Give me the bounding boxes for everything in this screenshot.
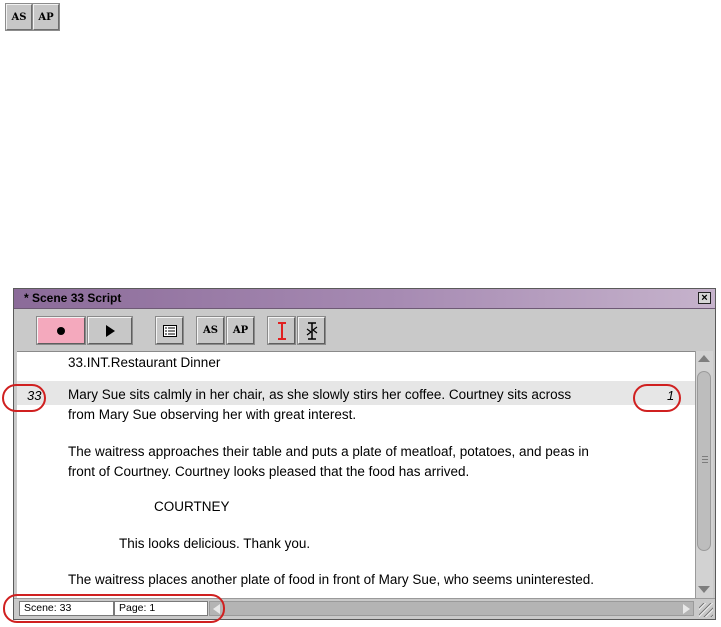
script-view-icon [162,324,177,337]
record-button[interactable] [36,316,86,345]
close-button[interactable]: × [698,292,711,304]
vertical-scrollbar[interactable] [695,351,713,599]
status-fields-callout [3,594,225,623]
scene-number-callout [2,384,46,412]
script-line: Mary Sue sits calmly in her chair, as sh… [68,387,572,402]
script-view-button[interactable] [155,316,184,345]
scroll-up-arrow-icon[interactable] [698,355,710,362]
scroll-down-arrow-icon[interactable] [698,586,710,593]
insertion-mode-button[interactable] [267,316,296,345]
character-name: COURTNEY [154,499,230,514]
resize-grip-icon[interactable] [699,603,713,617]
ap-button-top[interactable]: AP [32,3,60,31]
script-line: The waitress approaches their table and … [68,444,589,459]
scroll-thumb[interactable] [697,371,711,551]
ap-button[interactable]: AP [226,316,255,345]
play-button[interactable] [87,316,133,345]
script-line: from Mary Sue observing her with great i… [68,407,357,422]
play-icon [106,324,115,337]
record-icon [57,326,65,335]
toolbar: AS AP [14,309,715,350]
scroll-right-arrow-icon[interactable] [683,604,690,614]
script-window: * Scene 33 Script × AS AP 33.INT.Restaur… [13,288,716,620]
script-text-area[interactable]: 33.INT.Restaurant Dinner 33 Mary Sue sit… [17,351,697,600]
window-titlebar[interactable]: * Scene 33 Script × [14,289,715,309]
horizontal-scrollbar[interactable] [209,601,694,616]
close-icon: × [701,292,708,304]
span-mode-button[interactable] [297,316,326,345]
script-line: front of Courtney. Courtney looks please… [68,464,470,479]
take-number-callout [633,384,681,412]
window-title: * Scene 33 Script [24,291,122,305]
as-button-top[interactable]: AS [5,3,33,31]
top-button-group: AS AP [5,3,60,31]
scene-heading: 33.INT.Restaurant Dinner [68,355,221,370]
dialogue-line: This looks delicious. Thank you. [119,536,311,551]
text-cursor-icon [277,321,286,340]
as-button[interactable]: AS [196,316,225,345]
span-cursor-icon [306,321,317,340]
script-line: The waitress places another plate of foo… [68,572,595,587]
